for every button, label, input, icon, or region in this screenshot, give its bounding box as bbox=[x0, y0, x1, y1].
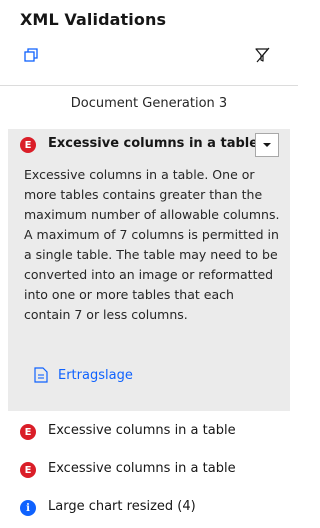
error-icon: E bbox=[20, 424, 36, 440]
validation-description: Excessive columns in a table. One or mor… bbox=[24, 167, 280, 322]
validation-item-title: Excessive columns in a table bbox=[48, 136, 259, 151]
validation-item[interactable]: i Large chart resized (4) bbox=[8, 492, 290, 524]
validation-item[interactable]: E Excessive columns in a table bbox=[8, 454, 290, 486]
panel-title: XML Validations bbox=[20, 10, 167, 29]
collapse-button[interactable] bbox=[255, 133, 279, 157]
clear-filter-button[interactable] bbox=[250, 43, 274, 67]
validation-item-label: Excessive columns in a table bbox=[48, 461, 236, 476]
validation-item[interactable]: E Excessive columns in a table bbox=[8, 416, 290, 448]
validation-item-header[interactable]: E Excessive columns in a table bbox=[8, 129, 290, 161]
clear-filter-icon bbox=[255, 47, 270, 63]
validation-item-label: Excessive columns in a table bbox=[48, 423, 236, 438]
error-icon: E bbox=[20, 462, 36, 478]
document-icon bbox=[34, 367, 48, 383]
source-link[interactable]: Ertragslage bbox=[34, 367, 133, 383]
source-link-label: Ertragslage bbox=[58, 367, 133, 383]
validation-item-label: Large chart resized (4) bbox=[48, 499, 196, 514]
error-icon: E bbox=[20, 137, 36, 153]
copy-icon bbox=[24, 48, 38, 62]
validation-item-expanded[interactable]: E Excessive columns in a table Excessive… bbox=[8, 129, 290, 411]
panel-header: XML Validations bbox=[0, 0, 298, 86]
copy-button[interactable] bbox=[19, 43, 43, 67]
chevron-down-icon bbox=[263, 143, 271, 147]
info-icon: i bbox=[20, 500, 36, 516]
document-title: Document Generation 3 bbox=[70, 96, 228, 111]
